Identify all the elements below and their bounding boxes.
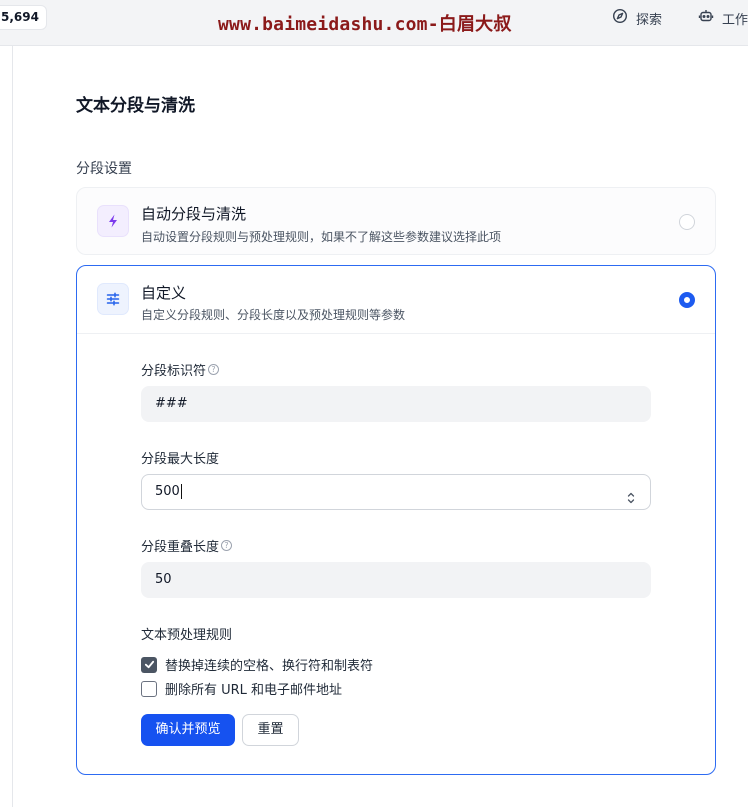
preprocess-label-text: 文本预处理规则 — [141, 628, 233, 643]
nav-work[interactable]: 工作 — [698, 8, 748, 28]
card-divider — [77, 333, 715, 334]
separator-label: 分段标识符 ? — [141, 360, 220, 379]
max-length-value: 500 — [155, 484, 180, 499]
nav-explore[interactable]: 探索 — [612, 8, 662, 28]
help-icon[interactable]: ? — [208, 364, 220, 375]
rule-whitespace-checkbox[interactable]: 替换掉连续的空格、换行符和制表符 — [141, 655, 373, 674]
confirm-preview-button[interactable]: 确认并预览 — [141, 714, 235, 746]
nav-explore-label: 探索 — [636, 12, 663, 28]
page-title: 文本分段与清洗 — [76, 96, 195, 116]
compass-icon — [612, 8, 628, 28]
max-length-label-text: 分段最大长度 — [141, 452, 220, 467]
option-custom-radio[interactable] — [679, 292, 695, 308]
sliders-icon — [97, 283, 129, 315]
checkbox-unchecked[interactable] — [141, 680, 157, 697]
separator-label-text: 分段标识符 — [141, 364, 207, 379]
rule-url-checkbox[interactable]: 删除所有 URL 和电子邮件地址 — [141, 679, 342, 698]
help-icon[interactable]: ? — [221, 540, 233, 551]
rule-url-label: 删除所有 URL 和电子邮件地址 — [165, 683, 343, 698]
option-auto-description: 自动设置分段规则与预处理规则，如果不了解这些参数建议选择此项 — [141, 230, 502, 244]
option-custom-card[interactable]: 自定义 自定义分段规则、分段长度以及预处理规则等参数 分段标识符 ? ### 分… — [76, 265, 716, 775]
robot-icon — [698, 8, 714, 28]
watermark-text: www.baimeidashu.com-白眉大叔 — [218, 14, 512, 35]
stepper-icon[interactable] — [626, 485, 636, 504]
rule-whitespace-label: 替换掉连续的空格、换行符和制表符 — [165, 659, 374, 674]
nav-work-label: 工作 — [722, 12, 748, 28]
overlap-label: 分段重叠长度 ? — [141, 536, 233, 555]
option-auto-radio[interactable] — [679, 214, 695, 230]
max-length-label: 分段最大长度 — [141, 448, 219, 467]
overlap-label-text: 分段重叠长度 — [141, 540, 220, 555]
text-caret — [180, 484, 182, 499]
section-label: 分段设置 — [76, 161, 132, 177]
preprocess-label: 文本预处理规则 — [141, 624, 232, 643]
sidebar-divider — [12, 46, 13, 807]
max-length-input[interactable]: 500 — [141, 474, 651, 510]
item-counter: 5,694 — [0, 5, 47, 30]
option-custom-title: 自定义 — [141, 284, 187, 302]
top-bar: 5,694 www.baimeidashu.com-白眉大叔 探索 工作 — [0, 0, 748, 46]
option-auto-title: 自动分段与清洗 — [141, 205, 247, 223]
option-auto-card[interactable]: 自动分段与清洗 自动设置分段规则与预处理规则，如果不了解这些参数建议选择此项 — [76, 187, 716, 255]
lightning-icon — [97, 205, 129, 237]
option-custom-description: 自定义分段规则、分段长度以及预处理规则等参数 — [141, 308, 406, 322]
separator-input[interactable]: ### — [141, 386, 651, 422]
checkbox-checked[interactable] — [141, 656, 157, 673]
overlap-input[interactable]: 50 — [141, 562, 651, 598]
reset-button[interactable]: 重置 — [242, 714, 299, 746]
